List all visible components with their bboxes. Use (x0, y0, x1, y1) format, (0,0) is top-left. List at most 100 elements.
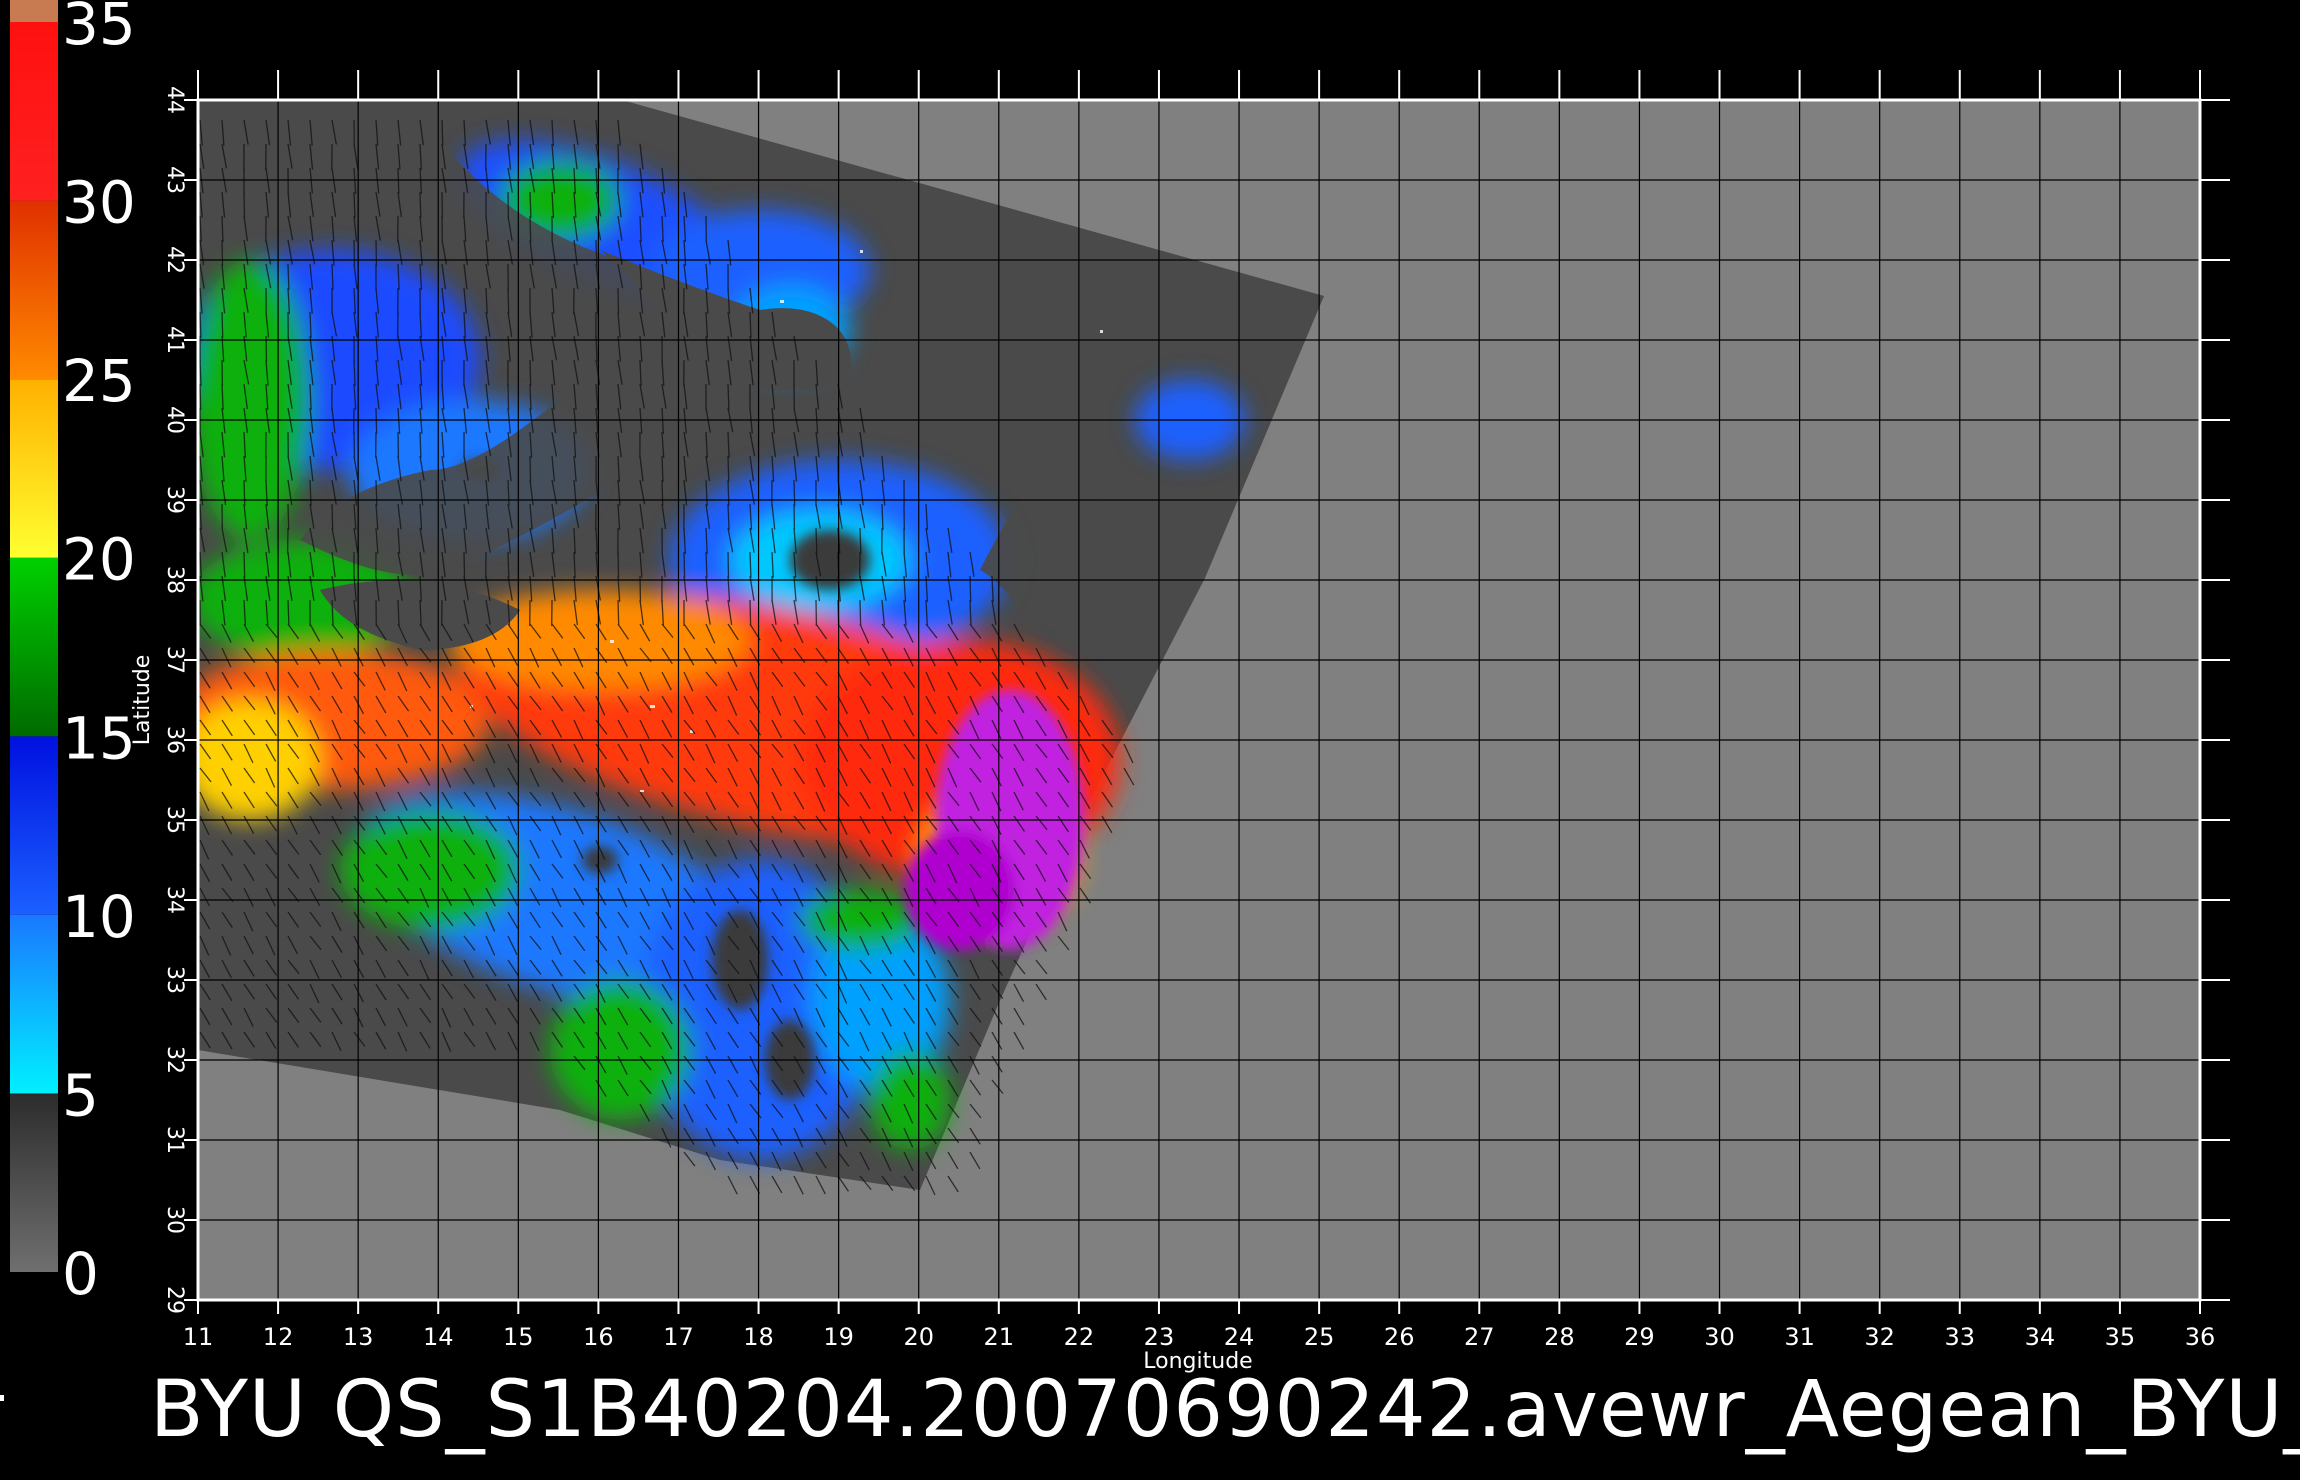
edge-mark (0, 1395, 4, 1401)
wind-vector (243, 551, 246, 578)
y-tick-label: 37 (162, 646, 187, 674)
colorbar-segment (10, 1093, 58, 1272)
wind-vector (727, 383, 730, 410)
wind-vector (859, 527, 862, 554)
wind-vector (617, 599, 620, 626)
y-tick-label: 44 (162, 86, 187, 114)
x-tick-label: 24 (1224, 1323, 1255, 1351)
x-tick-label: 26 (1384, 1323, 1415, 1351)
colorbar-tick-label: 35 (62, 0, 136, 58)
x-tick-label: 35 (2105, 1323, 2136, 1351)
colorbar-labels: 35 30 25 20 15 10 5 0 (62, 0, 136, 1308)
wind-vector (287, 503, 290, 530)
wind-vector (815, 527, 818, 554)
map-figure: 35 30 25 20 15 10 5 0 11 12 13 14 15 16 17 18 1… (10, 0, 2230, 1374)
wind-vector (287, 599, 290, 626)
wind-vector (529, 215, 532, 242)
colorbar-tick-label: 0 (62, 1240, 99, 1308)
wind-vector (683, 551, 686, 578)
wind-vector (441, 119, 444, 146)
y-tick-label: 35 (162, 806, 187, 834)
wind-vector (529, 455, 532, 482)
x-tick-label: 27 (1464, 1323, 1495, 1351)
wind-vector (199, 383, 202, 410)
colorbar-segment (10, 22, 58, 201)
wind-vector (221, 311, 224, 338)
wind-vector (793, 479, 796, 506)
x-tick-label: 12 (263, 1323, 294, 1351)
x-tick-label: 20 (903, 1323, 934, 1351)
x-tick-labels: 11 12 13 14 15 16 17 18 19 20 21 22 23 24 25 26 27 28 29 30… (183, 1323, 2216, 1351)
y-tick-label: 41 (162, 326, 187, 354)
colorbar-segment (10, 914, 58, 1094)
wind-vector (463, 551, 466, 578)
x-tick-label: 28 (1544, 1323, 1575, 1351)
colorbar-tick-label: 5 (62, 1061, 99, 1129)
colorbar-tick-label: 15 (62, 704, 136, 772)
y-tick-label: 32 (162, 1046, 187, 1074)
colorbar-segment (10, 200, 58, 380)
x-tick-label: 13 (343, 1323, 374, 1351)
x-tick-label: 14 (423, 1323, 454, 1351)
colorbar (10, 0, 58, 1272)
colorbar-tick-label: 20 (62, 526, 136, 594)
wind-vector (287, 263, 290, 290)
wind-vector (749, 599, 752, 626)
wind-vector (375, 407, 378, 434)
y-tick-label: 31 (162, 1126, 187, 1154)
y-tick-label: 29 (162, 1286, 187, 1314)
x-tick-label: 23 (1144, 1323, 1175, 1351)
wind-vector (705, 551, 708, 578)
y-tick-label: 39 (162, 486, 187, 514)
wind-vector (243, 479, 246, 506)
wind-vector (507, 551, 510, 578)
wind-vector (617, 287, 620, 314)
image-caption: BYU QS_S1B40204.20070690242.avewr_Aegean… (150, 1365, 2300, 1455)
wind-vector (617, 143, 620, 170)
colorbar-segment (10, 0, 58, 22)
x-tick-label: 19 (823, 1323, 854, 1351)
x-tick-label: 22 (1064, 1323, 1095, 1351)
y-axis-label: Latitude (130, 655, 155, 746)
x-tick-label: 11 (183, 1323, 214, 1351)
x-tick-label: 31 (1784, 1323, 1815, 1351)
y-tick-label: 43 (162, 166, 187, 194)
x-tick-label: 25 (1304, 1323, 1335, 1351)
x-tick-label: 21 (984, 1323, 1015, 1351)
colorbar-segment (10, 557, 58, 737)
wind-vector (661, 479, 664, 506)
y-tick-label: 36 (162, 726, 187, 754)
wind-vector (617, 551, 620, 578)
x-tick-label: 30 (1704, 1323, 1735, 1351)
x-tick-label: 15 (503, 1323, 534, 1351)
wind-vector (859, 599, 862, 626)
y-tick-labels: 29 30 31 32 33 34 35 36 37 38 39 40 41 42 43 44 (162, 86, 187, 1314)
wind-vector (727, 479, 730, 506)
x-tick-label: 17 (663, 1323, 694, 1351)
wind-vector (419, 431, 422, 458)
x-tick-label: 36 (2185, 1323, 2216, 1351)
x-tick-label: 33 (1944, 1323, 1975, 1351)
x-tick-label: 29 (1624, 1323, 1655, 1351)
y-tick-label: 38 (162, 566, 187, 594)
wind-vector (221, 239, 224, 266)
y-tick-label: 40 (162, 406, 187, 434)
wind-vector (419, 191, 422, 218)
wind-vector (199, 311, 202, 338)
wind-vector (353, 239, 356, 266)
wind-vector (595, 239, 598, 266)
y-tick-label: 34 (162, 886, 187, 914)
wind-vector (727, 455, 730, 482)
x-tick-label: 16 (583, 1323, 614, 1351)
x-tick-label: 18 (743, 1323, 774, 1351)
colorbar-tick-label: 10 (62, 883, 136, 951)
colorbar-segment (10, 379, 58, 558)
x-tick-label: 34 (2025, 1323, 2056, 1351)
colorbar-tick-label: 25 (62, 347, 136, 415)
wind-vector (375, 479, 378, 506)
wind-vector (397, 167, 400, 194)
colorbar-tick-label: 30 (62, 169, 136, 237)
x-tick-label: 32 (1864, 1323, 1895, 1351)
wind-vector (331, 503, 334, 530)
wind-vector (529, 359, 532, 386)
